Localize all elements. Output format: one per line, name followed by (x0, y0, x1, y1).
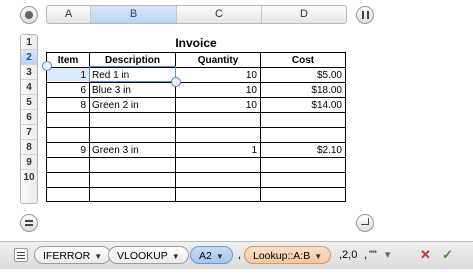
selection-handle-top-left[interactable] (42, 61, 52, 71)
header-item[interactable]: Item (47, 53, 89, 68)
row-header-9[interactable]: 9 (21, 155, 37, 170)
formula-separator: , (238, 249, 242, 261)
pause-icon (362, 11, 364, 19)
row-header-8[interactable]: 8 (21, 140, 37, 155)
formula-empty-string[interactable]: "" (369, 246, 377, 264)
table-cell[interactable]: $14.00 (261, 98, 345, 113)
header-cost[interactable]: Cost (261, 53, 345, 68)
table-cell[interactable]: $5.00 (261, 68, 345, 83)
column-header-bar: A B C D (46, 5, 347, 24)
table-cell[interactable]: Blue 3 in (90, 83, 175, 98)
table-cell[interactable]: 10 (176, 98, 260, 113)
selection-handle-bottom-right[interactable] (171, 77, 181, 87)
function-token-vlookup[interactable]: VLOOKUP ▼ (108, 246, 189, 264)
chevron-down-icon: ▼ (215, 252, 224, 261)
table-cell[interactable]: $2.10 (261, 143, 345, 158)
resize-table-button[interactable] (356, 214, 374, 232)
column-header-d[interactable]: D (262, 6, 346, 23)
table-select-button[interactable] (20, 6, 38, 24)
table-cell[interactable]: 8 (47, 98, 89, 113)
table-cell[interactable]: 10 (176, 83, 260, 98)
column-handle-button[interactable] (356, 6, 374, 24)
formula-bar: IFERROR ▼ VLOOKUP ▼ A2 ▼ , Lookup::A:B ▼ ,2,… (0, 241, 473, 269)
column-header-a[interactable]: A (47, 6, 91, 23)
table-cell[interactable]: 10 (176, 68, 260, 83)
row-header-1[interactable]: 1 (21, 35, 37, 50)
table-cell[interactable]: 1 (176, 143, 260, 158)
table-cell[interactable]: $18.00 (261, 83, 345, 98)
row-header-2[interactable]: 2 (21, 50, 37, 65)
formula-menu-button[interactable] (14, 248, 28, 262)
reference-token-a2[interactable]: A2 ▼ (190, 246, 233, 264)
equals-icon (25, 220, 33, 222)
chevron-down-icon: ▼ (171, 252, 180, 261)
chevron-down-icon: ▼ (94, 252, 103, 261)
column-header-b[interactable]: B (91, 6, 177, 23)
row-header-bar: 1 2 3 4 5 6 7 8 9 10 (20, 34, 38, 204)
row-header-7[interactable]: 7 (21, 125, 37, 140)
table-cell[interactable]: Green 3 in (90, 143, 175, 158)
selected-cell-b2[interactable] (89, 66, 176, 82)
row-header-10[interactable]: 10 (21, 170, 37, 185)
chevron-down-icon: ▼ (314, 252, 323, 261)
formula-scroll-arrow-icon[interactable]: ▾ (385, 246, 391, 264)
table-cell[interactable]: Green 2 in (90, 98, 175, 113)
formula-separator: , (364, 249, 368, 261)
accept-icon[interactable]: ✓ (442, 246, 456, 264)
row-handle-button[interactable] (20, 214, 38, 232)
row-header-3[interactable]: 3 (21, 65, 37, 80)
row-header-4[interactable]: 4 (21, 80, 37, 95)
dot-icon (25, 11, 33, 19)
column-header-c[interactable]: C (177, 6, 262, 23)
reference-token-lookup-ab[interactable]: Lookup::A:B ▼ (244, 246, 332, 264)
table-cell[interactable]: 1 (47, 68, 89, 83)
formula-literals[interactable]: ,2,0 (339, 246, 357, 264)
function-token-iferror[interactable]: IFERROR ▼ (34, 246, 112, 264)
table-cell[interactable]: 9 (47, 143, 89, 158)
table-title: Invoice (175, 36, 217, 50)
row-header-5[interactable]: 5 (21, 95, 37, 110)
table-cell[interactable]: 6 (47, 83, 89, 98)
header-quantity[interactable]: Quantity (176, 53, 260, 68)
cancel-icon[interactable]: ✕ (420, 246, 434, 264)
row-header-6[interactable]: 6 (21, 110, 37, 125)
